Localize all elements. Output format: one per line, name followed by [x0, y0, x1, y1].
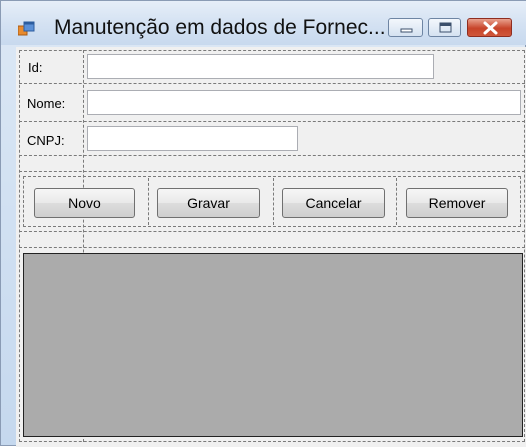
layout-row-divider [19, 121, 525, 122]
layout-row-divider [19, 231, 525, 232]
cnpj-label: CNPJ: [27, 133, 65, 148]
close-button[interactable] [467, 18, 512, 37]
minimize-icon [400, 28, 413, 33]
nome-label: Nome: [27, 96, 66, 111]
id-label: Id: [28, 60, 43, 75]
form-app-icon [18, 21, 35, 36]
remover-button[interactable]: Remover [406, 188, 508, 218]
close-icon [483, 21, 498, 35]
id-field[interactable] [87, 54, 434, 79]
maximize-button[interactable] [428, 18, 461, 37]
button-cell-divider [148, 178, 149, 225]
maximize-icon [439, 22, 452, 33]
app-window: Manutenção em dados de Fornec... Id: Nom… [0, 0, 526, 447]
cnpj-field[interactable] [87, 126, 298, 151]
fornecedores-data-grid[interactable] [23, 253, 523, 437]
layout-row-divider [19, 247, 525, 248]
gravar-button[interactable]: Gravar [157, 188, 260, 218]
minimize-button[interactable] [388, 18, 423, 37]
layout-row-divider [19, 83, 525, 84]
window-title: Manutenção em dados de Fornec... [54, 16, 386, 39]
button-cell-divider [396, 178, 397, 225]
novo-button[interactable]: Novo [34, 188, 135, 218]
title-bar[interactable]: Manutenção em dados de Fornec... [1, 1, 526, 45]
layout-row-divider [19, 171, 525, 172]
cancelar-button[interactable]: Cancelar [282, 188, 385, 218]
nome-field[interactable] [87, 90, 521, 115]
layout-row-divider [19, 155, 525, 156]
button-cell-divider [273, 178, 274, 225]
